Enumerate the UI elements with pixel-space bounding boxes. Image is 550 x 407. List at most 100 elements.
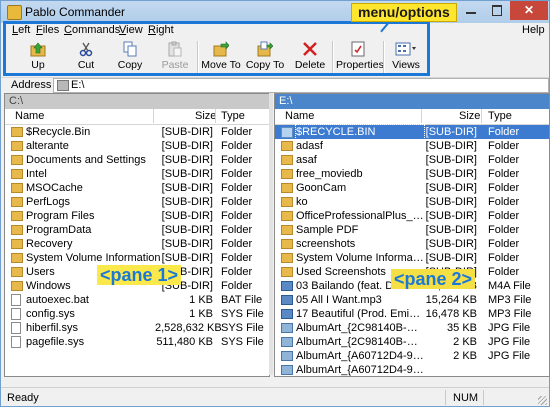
column-name-header[interactable]: Name bbox=[15, 110, 44, 122]
menu-right-rest: ight bbox=[155, 24, 174, 36]
music-icon bbox=[281, 295, 293, 305]
file-row[interactable]: config.sys 1 KB SYS File bbox=[5, 307, 269, 321]
file-name: Sample PDF bbox=[296, 224, 359, 236]
cut-button[interactable]: Cut bbox=[71, 39, 101, 75]
column-type-header[interactable]: Type bbox=[221, 110, 245, 122]
file-row[interactable]: MSOCache [SUB-DIR] Folder bbox=[5, 181, 269, 195]
pane-splitter[interactable] bbox=[269, 93, 273, 375]
properties-icon bbox=[351, 41, 365, 57]
folder-icon bbox=[281, 211, 293, 221]
file-row[interactable]: AlbumArt_{2C98140B-CCC6... 35 KB JPG File bbox=[275, 321, 549, 335]
file-type: Folder bbox=[488, 168, 520, 180]
file-type: MP3 File bbox=[488, 294, 532, 306]
close-button[interactable]: ✕ bbox=[510, 1, 548, 20]
address-input[interactable]: E:\ bbox=[53, 78, 549, 93]
copy-button[interactable]: Copy bbox=[113, 39, 147, 75]
file-name: free_moviedb bbox=[296, 168, 363, 180]
file-name: System Volume Information bbox=[296, 252, 424, 264]
column-divider[interactable] bbox=[215, 109, 216, 123]
file-type: Folder bbox=[488, 210, 520, 222]
file-row[interactable]: Intel [SUB-DIR] Folder bbox=[5, 167, 269, 181]
file-size: [SUB-DIR] bbox=[425, 182, 477, 194]
file-row[interactable]: GoonCam [SUB-DIR] Folder bbox=[275, 181, 549, 195]
file-type: Folder bbox=[488, 182, 520, 194]
file-size: [SUB-DIR] bbox=[161, 210, 213, 222]
column-divider[interactable] bbox=[153, 109, 154, 123]
views-button[interactable]: Views bbox=[387, 39, 425, 75]
file-type: Folder bbox=[488, 238, 520, 250]
file-size: [SUB-DIR] bbox=[161, 196, 213, 208]
file-row[interactable]: alterante [SUB-DIR] Folder bbox=[5, 139, 269, 153]
address-value: E:\ bbox=[71, 79, 85, 91]
menu-view[interactable]: View bbox=[119, 24, 143, 36]
properties-button[interactable]: Properties bbox=[336, 39, 384, 75]
menu-options-callout: menu/options bbox=[351, 3, 457, 22]
file-size: [SUB-DIR] bbox=[161, 224, 213, 236]
file-type: JPG File bbox=[488, 322, 531, 334]
file-name: PerfLogs bbox=[26, 196, 71, 208]
address-bar: Address E:\ bbox=[1, 77, 549, 93]
menu-files[interactable]: Files bbox=[36, 24, 59, 36]
file-size: 1 KB bbox=[189, 294, 213, 306]
right-pane[interactable]: E:\ Name Size Type $RECYCLE.BIN [SUB-DIR]… bbox=[274, 93, 550, 377]
file-row[interactable]: $RECYCLE.BIN [SUB-DIR] Folder bbox=[275, 124, 549, 140]
minimize-button[interactable] bbox=[458, 1, 484, 20]
file-name: AlbumArt_{2C98140B-CCC6... bbox=[296, 336, 424, 348]
file-row[interactable]: PerfLogs [SUB-DIR] Folder bbox=[5, 195, 269, 209]
file-row[interactable]: 17 Beautiful (Prod. Eminem...16,478 KB MP… bbox=[275, 307, 549, 321]
column-size-header[interactable]: Size bbox=[195, 110, 216, 122]
menu-help[interactable]: Help bbox=[522, 24, 545, 36]
file-row[interactable]: ProgramData [SUB-DIR] Folder bbox=[5, 223, 269, 237]
file-row[interactable]: System Volume Information [SUB-DIR] Folder bbox=[275, 251, 549, 265]
file-row[interactable]: AlbumArt_{A60712D4-9D45... bbox=[275, 363, 549, 376]
file-type: Folder bbox=[488, 196, 520, 208]
file-row[interactable]: Program Files [SUB-DIR] Folder bbox=[5, 209, 269, 223]
file-size: [SUB-DIR] bbox=[425, 238, 477, 250]
file-icon bbox=[11, 322, 21, 334]
menu-left[interactable]: Left bbox=[12, 24, 30, 36]
image-icon bbox=[281, 365, 293, 375]
file-row[interactable]: pagefile.sys 511,480 KB SYS File bbox=[5, 335, 269, 349]
file-row[interactable]: Sample PDF [SUB-DIR] Folder bbox=[275, 223, 549, 237]
left-pane[interactable]: C:\ Name Size Type $Recycle.Bin [SUB-DIR]… bbox=[4, 93, 270, 377]
maximize-button[interactable] bbox=[484, 1, 510, 20]
menu-right[interactable]: Right bbox=[148, 24, 174, 36]
status-separator bbox=[483, 390, 484, 405]
folder-icon bbox=[11, 197, 23, 207]
file-size: 2 KB bbox=[453, 336, 477, 348]
column-type-header[interactable]: Type bbox=[488, 110, 512, 122]
column-name-header[interactable]: Name bbox=[285, 110, 314, 122]
file-row[interactable]: free_moviedb [SUB-DIR] Folder bbox=[275, 167, 549, 181]
copy-to-label: Copy To bbox=[245, 59, 285, 71]
folder-icon bbox=[281, 183, 293, 193]
file-name: hiberfil.sys bbox=[26, 322, 78, 334]
folder-up-icon bbox=[30, 42, 46, 57]
file-row[interactable]: System Volume Information [SUB-DIR] Folder bbox=[5, 251, 269, 265]
file-row[interactable]: autoexec.bat 1 KB BAT File bbox=[5, 293, 269, 307]
file-row[interactable]: AlbumArt_{A60712D4-9D45... 2 KB JPG File bbox=[275, 349, 549, 363]
paste-button[interactable]: Paste bbox=[158, 39, 192, 75]
menu-commands[interactable]: Commands bbox=[64, 24, 120, 36]
file-name: ko bbox=[296, 196, 308, 208]
file-row[interactable]: AlbumArt_{2C98140B-CCC6... 2 KB JPG File bbox=[275, 335, 549, 349]
file-row[interactable]: adasf [SUB-DIR] Folder bbox=[275, 139, 549, 153]
num-lock-indicator: NUM bbox=[453, 392, 479, 404]
file-row[interactable]: $Recycle.Bin [SUB-DIR] Folder bbox=[5, 125, 269, 139]
address-label: Address bbox=[11, 79, 52, 91]
file-row[interactable]: hiberfil.sys 2,528,632 KB SYS File bbox=[5, 321, 269, 335]
copy-to-button[interactable]: Copy To bbox=[245, 39, 285, 75]
file-row[interactable]: ko [SUB-DIR] Folder bbox=[275, 195, 549, 209]
column-divider[interactable] bbox=[481, 109, 482, 123]
file-row[interactable]: asaf [SUB-DIR] Folder bbox=[275, 153, 549, 167]
column-divider[interactable] bbox=[421, 109, 422, 123]
file-row[interactable]: OfficeProfessionalPlus_x86_...[SUB-DIR] F… bbox=[275, 209, 549, 223]
file-row[interactable]: 05 All I Want.mp3 15,264 KB MP3 File bbox=[275, 293, 549, 307]
resize-grip[interactable] bbox=[538, 396, 547, 405]
delete-button[interactable]: Delete bbox=[292, 39, 328, 75]
file-row[interactable]: screenshots [SUB-DIR] Folder bbox=[275, 237, 549, 251]
up-button[interactable]: Up bbox=[23, 39, 53, 75]
file-row[interactable]: Documents and Settings [SUB-DIR] Folder bbox=[5, 153, 269, 167]
file-row[interactable]: Recovery [SUB-DIR] Folder bbox=[5, 237, 269, 251]
move-to-button[interactable]: Move To bbox=[201, 39, 241, 75]
column-size-header[interactable]: Size bbox=[459, 110, 480, 122]
